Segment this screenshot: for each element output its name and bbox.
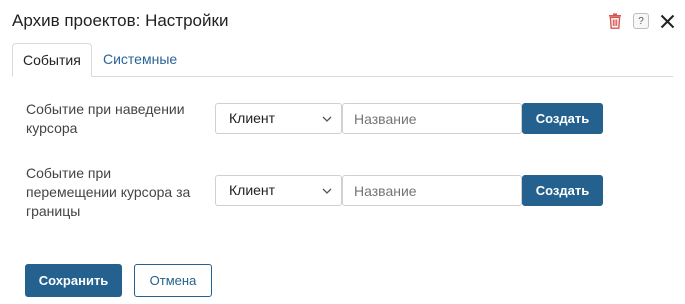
event-type-select[interactable]: Клиент [215, 175, 342, 206]
create-event-button[interactable]: Создать [522, 175, 603, 206]
trash-icon[interactable] [605, 11, 625, 31]
tab-events[interactable]: События [12, 43, 92, 77]
event-type-value: Клиент [229, 110, 276, 126]
dialog-header: Архив проектов: Настройки ? [12, 10, 677, 34]
event-name-input[interactable] [342, 103, 522, 134]
save-button[interactable]: Сохранить [25, 264, 122, 297]
event-label: Событие при наведении курсора [26, 101, 185, 136]
close-icon[interactable] [657, 11, 677, 31]
help-icon: ? [633, 13, 649, 29]
create-event-button[interactable]: Создать [522, 103, 603, 134]
tab-system[interactable]: Системные [93, 43, 187, 76]
chevron-down-icon [322, 104, 332, 133]
dialog-title: Архив проектов: Настройки [12, 11, 229, 30]
header-actions: ? [605, 10, 677, 32]
chevron-down-icon [322, 176, 332, 205]
event-label: Событие при перемещении курсора за грани… [26, 165, 191, 219]
event-type-value: Клиент [229, 182, 276, 198]
cancel-button[interactable]: Отмена [134, 264, 212, 297]
event-row: Событие при перемещении курсора за грани… [26, 165, 673, 219]
event-name-input[interactable] [342, 175, 522, 206]
tab-bar: События Системные [12, 43, 673, 77]
event-row: Событие при наведении курсора Клиент Соз… [26, 101, 673, 136]
help-button[interactable]: ? [631, 11, 651, 31]
event-type-select[interactable]: Клиент [215, 103, 342, 134]
